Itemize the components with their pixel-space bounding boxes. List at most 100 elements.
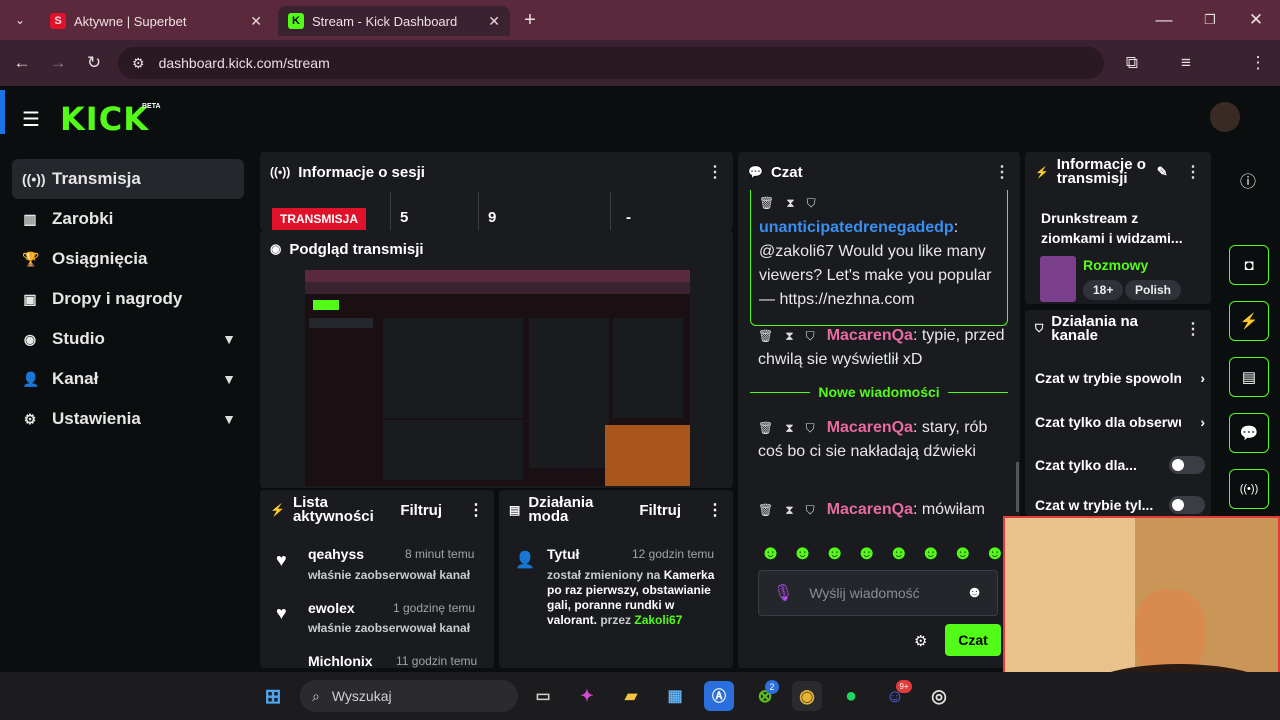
- file-explorer-icon[interactable]: ▰: [616, 681, 646, 711]
- sidebar-item-kanal[interactable]: 👤 Kanał ▼: [12, 359, 244, 399]
- reload-icon[interactable]: ↻: [78, 47, 110, 79]
- sidebar-item-ustawienia[interactable]: ⚙ Ustawienia ▼: [12, 399, 244, 439]
- shield-icon[interactable]: ⛉: [807, 196, 816, 211]
- trash-icon[interactable]: 🗑: [759, 196, 774, 210]
- broadcast-icon[interactable]: ((•)): [1229, 469, 1269, 509]
- sidebar-item-zarobki[interactable]: ▥ Zarobki: [12, 199, 244, 239]
- filter-button[interactable]: Filtruj: [639, 502, 681, 519]
- emote-icon[interactable]: ☻: [952, 542, 973, 565]
- chat-username[interactable]: MacarenQa: [827, 501, 913, 518]
- emote-icon[interactable]: ☻: [792, 542, 813, 565]
- minimize-icon[interactable]: —: [1148, 4, 1180, 36]
- close-tab-icon[interactable]: ✕: [250, 13, 262, 30]
- more-options-icon[interactable]: ⋮: [707, 500, 723, 520]
- chrome-icon[interactable]: ◉: [792, 681, 822, 711]
- trash-icon[interactable]: 🗑: [758, 498, 773, 522]
- user-avatar[interactable]: [1210, 102, 1240, 132]
- shield-icon[interactable]: ⛉: [806, 416, 815, 440]
- mod-action-author[interactable]: Zakoli67: [634, 613, 682, 627]
- activity-user[interactable]: qeahyss: [308, 546, 364, 562]
- chat-input[interactable]: 🎙 Wyślij wiadomość ☻: [758, 570, 998, 616]
- new-tab-plus-icon[interactable]: +: [514, 4, 546, 36]
- camera-icon: ◉: [270, 241, 282, 256]
- more-options-icon[interactable]: ⋮: [707, 162, 723, 182]
- tab-list-chevron-icon[interactable]: ⌄: [4, 4, 36, 36]
- emoji-icon[interactable]: ☻: [966, 584, 983, 602]
- sidebar-item-dropy[interactable]: ▣ Dropy i nagrody: [12, 279, 244, 319]
- windows-start-icon[interactable]: ⊞: [258, 681, 288, 711]
- trash-icon[interactable]: 🗑: [758, 324, 773, 348]
- camera-scan-icon[interactable]: ◘: [1229, 245, 1269, 285]
- toggle-switch[interactable]: [1169, 456, 1205, 474]
- activity-user[interactable]: Michlonix: [308, 653, 373, 668]
- sidebar-item-transmisja[interactable]: ((•)) Transmisja: [12, 159, 244, 199]
- more-options-icon[interactable]: ⋮: [994, 162, 1010, 182]
- forward-arrow-icon[interactable]: →: [42, 47, 74, 79]
- timeout-icon[interactable]: ⧗: [785, 324, 793, 348]
- app-icon[interactable]: Ⓐ: [704, 681, 734, 711]
- tab-superbet[interactable]: S Aktywne | Superbet ✕: [40, 6, 272, 36]
- category-thumbnail[interactable]: [1040, 256, 1076, 302]
- chat-message-highlighted[interactable]: 🗑 ⧗ ⛉ unanticipatedrenegadedp: @zakoli67 W…: [750, 190, 1008, 326]
- timeout-icon[interactable]: ⧗: [785, 416, 793, 440]
- send-chat-button[interactable]: Czat: [945, 624, 1001, 656]
- spotify-icon[interactable]: ●: [836, 681, 866, 711]
- extensions-icon[interactable]: ⧉: [1116, 47, 1148, 79]
- address-bar[interactable]: ⚙ dashboard.kick.com/stream: [118, 47, 1104, 79]
- emote-icon[interactable]: ☻: [824, 542, 845, 565]
- emote-icon[interactable]: ☻: [856, 542, 877, 565]
- close-tab-icon[interactable]: ✕: [488, 13, 500, 30]
- more-options-icon[interactable]: ⋮: [1185, 162, 1201, 182]
- document-icon[interactable]: ▤: [1229, 357, 1269, 397]
- activity-action: właśnie zaobserwował kanał: [308, 568, 471, 582]
- task-view-icon[interactable]: ▭: [528, 681, 558, 711]
- timeout-icon[interactable]: ⧗: [786, 196, 794, 211]
- copilot-icon[interactable]: ✦: [572, 681, 602, 711]
- tab-kick-dashboard[interactable]: K Stream - Kick Dashboard ✕: [278, 6, 510, 36]
- broadcast-icon: ((•)): [22, 171, 46, 187]
- channel-action-followers-only[interactable]: Czat tylko dla obserwujących ›: [1035, 414, 1205, 430]
- lightning-icon: ⚡: [1035, 166, 1049, 179]
- chat-scrollbar[interactable]: [1016, 462, 1019, 512]
- trash-icon[interactable]: 🗑: [758, 416, 773, 440]
- activity-user[interactable]: ewolex: [308, 600, 355, 616]
- info-icon[interactable]: ⓘ: [1240, 168, 1256, 192]
- toggle-switch[interactable]: [1169, 496, 1205, 514]
- more-options-icon[interactable]: ⋮: [468, 500, 484, 520]
- sidebar-item-studio[interactable]: ◉ Studio ▼: [12, 319, 244, 359]
- stream-preview-video[interactable]: [305, 270, 690, 486]
- kick-logo[interactable]: KICK: [60, 100, 149, 138]
- emote-icon[interactable]: ☻: [888, 542, 909, 565]
- hamburger-menu-icon[interactable]: ☰: [22, 107, 40, 132]
- notification-badge: 9+: [896, 680, 912, 693]
- chat-username[interactable]: MacarenQa: [827, 419, 913, 436]
- shield-icon[interactable]: ⛉: [806, 498, 815, 522]
- chat-username[interactable]: unanticipatedrenegadedp: [759, 219, 954, 236]
- channel-action-slow-mode[interactable]: Czat w trybie spowolnionym ›: [1035, 370, 1205, 386]
- back-arrow-icon[interactable]: ←: [6, 47, 38, 79]
- shield-icon[interactable]: ⛉: [806, 324, 815, 348]
- obs-icon[interactable]: ◎: [924, 681, 954, 711]
- edit-pencil-icon[interactable]: ✎: [1157, 164, 1168, 180]
- browser-menu-icon[interactable]: ⋮: [1242, 47, 1274, 79]
- emote-icon[interactable]: ☻: [920, 542, 941, 565]
- filter-button[interactable]: Filtruj: [400, 502, 442, 519]
- tag-chip[interactable]: 18+: [1083, 280, 1124, 300]
- microphone-icon[interactable]: 🎙: [773, 583, 793, 603]
- site-info-icon[interactable]: ⚙: [132, 55, 145, 72]
- tag-chip[interactable]: Polish: [1125, 280, 1182, 300]
- lightning-icon[interactable]: ⚡: [1229, 301, 1269, 341]
- close-window-icon[interactable]: ✕: [1240, 4, 1272, 36]
- restore-window-icon[interactable]: ❐: [1194, 4, 1226, 36]
- media-control-icon[interactable]: ≡: [1170, 47, 1202, 79]
- category-link[interactable]: Rozmowy: [1083, 257, 1148, 273]
- taskbar-search[interactable]: ⌕ Wyszukaj: [300, 680, 518, 712]
- emote-icon[interactable]: ☻: [760, 542, 781, 565]
- store-icon[interactable]: ▦: [660, 681, 690, 711]
- chat-username[interactable]: MacarenQa: [827, 327, 913, 344]
- timeout-icon[interactable]: ⧗: [785, 498, 793, 522]
- chat-settings-gear-icon[interactable]: ⚙: [914, 632, 927, 650]
- sidebar-item-osiagniecia[interactable]: 🏆 Osiągnięcia: [12, 239, 244, 279]
- more-options-icon[interactable]: ⋮: [1185, 319, 1201, 339]
- chat-bubble-icon[interactable]: 💬: [1229, 413, 1269, 453]
